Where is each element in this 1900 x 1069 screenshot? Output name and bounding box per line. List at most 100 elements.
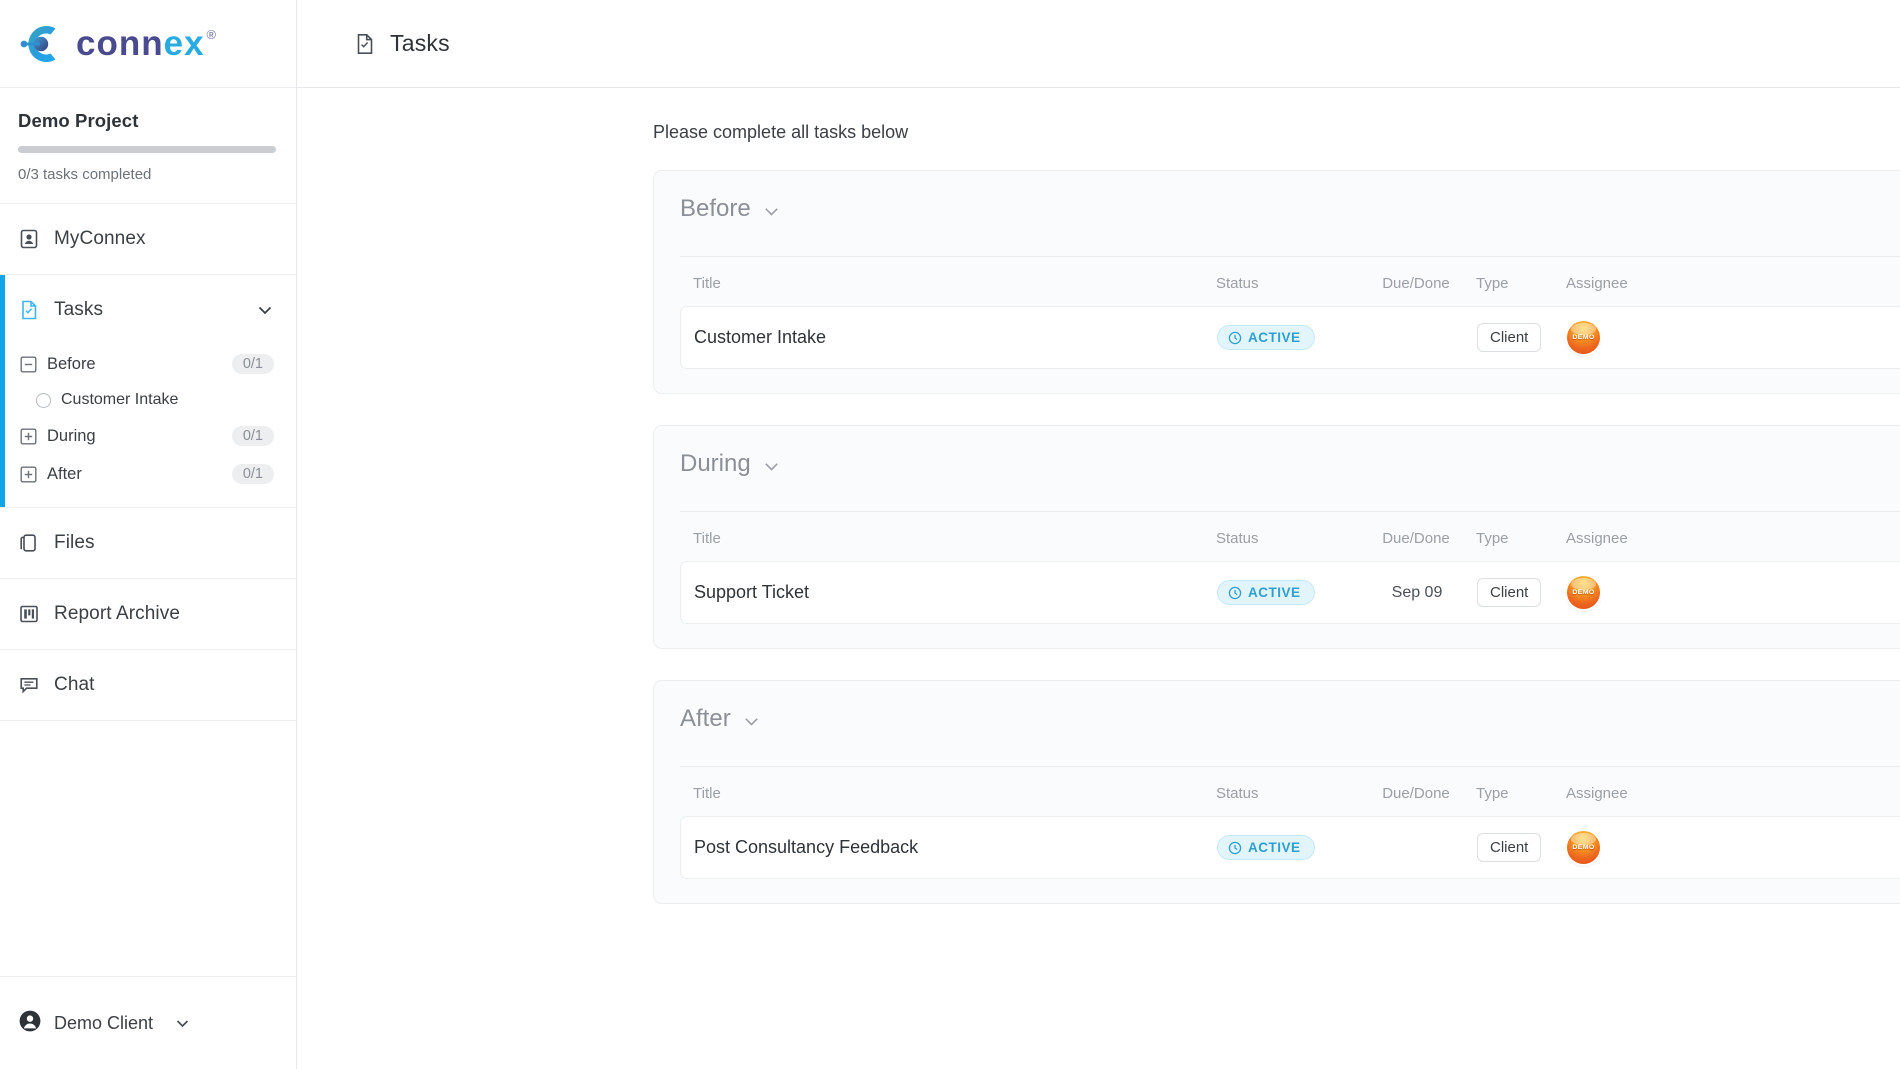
brand-wordmark-part1: conn — [76, 23, 164, 63]
status-badge-label: ACTIVE — [1248, 840, 1301, 855]
main-content: Tasks Please complete all tasks below Be… — [297, 0, 1900, 1069]
user-circle-icon — [18, 1009, 42, 1038]
avatar[interactable]: DEMO — [1567, 576, 1600, 609]
clock-icon — [1228, 586, 1242, 600]
section-header: During 0 / 1 completed — [654, 426, 1900, 511]
table-row[interactable]: Post Consultancy Feedback ACTIVE Client … — [680, 816, 1900, 879]
task-section-after: After 0 / 1 completed — [653, 680, 1900, 904]
task-document-icon — [18, 299, 40, 321]
section-header: Before 0 / 1 completed — [654, 171, 1900, 256]
section-toggle-before[interactable]: Before — [680, 195, 781, 223]
section-table: Title Status Due/Done Type Assignee Supp… — [654, 511, 1900, 624]
type-chip[interactable]: Client — [1477, 323, 1542, 352]
table-row[interactable]: Support Ticket ACTIVE Sep 09 Client DEMO — [680, 561, 1900, 624]
chevron-down-icon[interactable] — [174, 1015, 191, 1032]
brand-logo[interactable]: conn ex ® — [0, 0, 296, 88]
section-toggle-during[interactable]: During — [680, 450, 781, 478]
column-header-type: Type — [1476, 275, 1509, 292]
column-header-type: Type — [1476, 785, 1509, 802]
nav-group-tasks: Tasks Before 0/1 Customer Intake During … — [0, 275, 296, 508]
nav-group-report-archive: Report Archive — [0, 579, 296, 650]
plus-box-icon[interactable] — [20, 428, 37, 445]
status-badge: ACTIVE — [1217, 325, 1315, 350]
task-group-after[interactable]: After 0/1 — [0, 455, 296, 493]
section-title: Before — [680, 195, 751, 222]
column-header-title: Title — [693, 530, 721, 547]
project-summary: Demo Project 0/3 tasks completed — [0, 88, 296, 204]
chevron-down-icon[interactable] — [256, 301, 274, 319]
sidebar-item-label: Files — [54, 532, 95, 553]
column-header-title: Title — [693, 785, 721, 802]
sidebar-item-myconnex[interactable]: MyConnex — [0, 204, 296, 274]
task-status-cell: ACTIVE — [1217, 835, 1357, 860]
task-due-cell: Sep 09 — [1357, 584, 1477, 602]
task-type-cell: Client — [1477, 833, 1567, 862]
section-table: Title Status Due/Done Type Assignee Cust… — [654, 256, 1900, 369]
column-header-assignee: Assignee — [1566, 530, 1628, 547]
person-card-icon — [18, 228, 40, 250]
sidebar-item-label: Tasks — [54, 299, 104, 320]
page-header: Tasks — [297, 0, 1900, 88]
task-type-cell: Client — [1477, 578, 1567, 607]
section-toggle-after[interactable]: After — [680, 705, 761, 733]
status-badge-label: ACTIVE — [1248, 330, 1301, 345]
task-section-before: Before 0 / 1 completed — [653, 170, 1900, 394]
user-name: Demo Client — [54, 1012, 154, 1033]
avatar[interactable]: DEMO — [1567, 321, 1600, 354]
task-group-label: During — [47, 426, 96, 445]
minus-box-icon[interactable] — [20, 356, 37, 373]
nav-group-chat: Chat — [0, 650, 296, 721]
sidebar-item-label: Report Archive — [54, 603, 181, 624]
task-group-during[interactable]: During 0/1 — [0, 417, 296, 455]
instruction-text: Please complete all tasks below — [653, 122, 909, 142]
task-leaf-customer-intake[interactable]: Customer Intake — [0, 383, 296, 417]
sidebar-nav: MyConnex Tasks Before 0/1 Customer Intak… — [0, 204, 296, 849]
connex-c-logo-icon — [14, 18, 66, 70]
task-title: Post Consultancy Feedback — [694, 837, 919, 857]
column-header-due: Due/Done — [1382, 785, 1450, 802]
avatar-label: DEMO — [1572, 589, 1595, 596]
status-badge: ACTIVE — [1217, 835, 1315, 860]
sidebar-spacer — [0, 849, 296, 977]
table-header-row: Title Status Due/Done Type Assignee — [680, 256, 1900, 306]
chevron-down-icon[interactable] — [742, 710, 761, 729]
user-menu[interactable]: Demo Client — [0, 977, 296, 1069]
section-header: After 0 / 1 completed — [654, 681, 1900, 766]
sidebar: conn ex ® Demo Project 0/3 tasks complet… — [0, 0, 297, 1069]
files-icon — [18, 532, 40, 554]
plus-box-icon[interactable] — [20, 466, 37, 483]
task-group-count: 0/1 — [231, 354, 274, 374]
project-progress-label: 0/3 tasks completed — [18, 166, 152, 183]
column-header-status: Status — [1216, 785, 1259, 802]
task-group-before[interactable]: Before 0/1 — [0, 345, 296, 383]
sidebar-item-chat[interactable]: Chat — [0, 650, 296, 720]
task-sections: Before 0 / 1 completed — [297, 143, 1900, 904]
avatar[interactable]: DEMO — [1567, 831, 1600, 864]
task-group-label: Before — [47, 354, 96, 373]
status-badge-label: ACTIVE — [1248, 585, 1301, 600]
clock-icon — [1228, 841, 1242, 855]
chevron-down-icon[interactable] — [762, 200, 781, 219]
chat-bubble-icon — [18, 674, 40, 696]
column-header-due: Due/Done — [1382, 530, 1450, 547]
type-chip[interactable]: Client — [1477, 833, 1542, 862]
task-group-count: 0/1 — [231, 426, 274, 446]
table-row[interactable]: Customer Intake ACTIVE Client DEMO — [680, 306, 1900, 369]
column-header-assignee: Assignee — [1566, 785, 1628, 802]
sidebar-item-tasks[interactable]: Tasks — [0, 275, 296, 345]
nav-group-myconnex: MyConnex — [0, 204, 296, 275]
table-header-row: Title Status Due/Done Type Assignee — [680, 766, 1900, 816]
column-header-type: Type — [1476, 530, 1509, 547]
column-header-status: Status — [1216, 275, 1259, 292]
section-title: After — [680, 705, 731, 732]
chevron-down-icon[interactable] — [762, 455, 781, 474]
brand-wordmark-part2: ex — [163, 23, 205, 63]
sidebar-item-files[interactable]: Files — [0, 508, 296, 578]
sidebar-item-report-archive[interactable]: Report Archive — [0, 579, 296, 649]
type-chip[interactable]: Client — [1477, 578, 1542, 607]
task-group-label: After — [47, 464, 82, 483]
task-status-cell: ACTIVE — [1217, 325, 1357, 350]
task-group-count: 0/1 — [231, 464, 274, 484]
main-body: Please complete all tasks below Before T… — [297, 88, 1900, 904]
task-assignee-cell: DEMO — [1567, 831, 1687, 864]
